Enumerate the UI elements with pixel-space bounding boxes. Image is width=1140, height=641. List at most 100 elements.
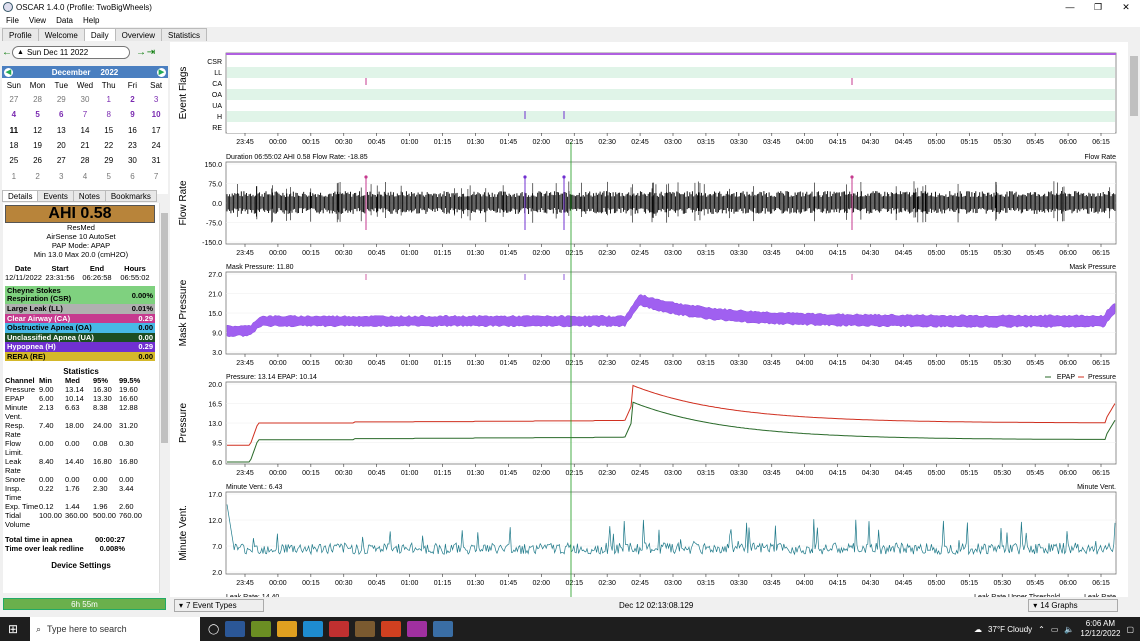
file-explorer-icon[interactable] — [251, 621, 272, 637]
menu-data[interactable]: Data — [56, 16, 77, 25]
maximize-icon[interactable]: ❐ — [1084, 0, 1112, 14]
calendar-day[interactable]: 2 — [26, 168, 50, 183]
calendar-day[interactable]: 20 — [49, 138, 73, 153]
calendar-day[interactable]: 6 — [121, 168, 145, 183]
tray-chevron-icon[interactable]: ⌃ — [1038, 625, 1045, 634]
windows-start-icon[interactable]: ⊞ — [8, 622, 18, 636]
event-row[interactable]: Hypopnea (H) 0.29 — [5, 342, 155, 352]
graphs-scroll-thumb[interactable] — [1130, 56, 1138, 116]
calendar-day[interactable]: 17 — [144, 123, 168, 138]
calendar-day[interactable]: 27 — [2, 92, 26, 107]
graphs-svg[interactable]: Event Flags CSR LL CA OA UA H RE 23:45 00:00 00:15… — [170, 42, 1128, 601]
calendar-day[interactable]: 30 — [121, 153, 145, 168]
tab-details[interactable]: Details — [2, 190, 39, 202]
calendar-day[interactable]: 31 — [144, 153, 168, 168]
arrow-left-icon[interactable]: ← — [2, 47, 12, 58]
calendar-day[interactable]: 24 — [144, 138, 168, 153]
event-row[interactable]: Unclassified Apnea (UA) 0.00 — [5, 332, 155, 342]
details-scroll-thumb[interactable] — [161, 213, 168, 443]
tab-notes[interactable]: Notes — [72, 190, 106, 202]
calendar-day[interactable]: 10 — [144, 107, 168, 122]
arrow-right-icon[interactable]: → — [136, 47, 146, 58]
event-row[interactable]: Cheyne Stokes Respiration (CSR) 0.00% — [5, 286, 155, 304]
calendar-day[interactable]: 29 — [97, 153, 121, 168]
calendar-day[interactable]: 7 — [144, 168, 168, 183]
calendar-day[interactable]: 7 — [73, 107, 97, 122]
graphs-scrollbar[interactable] — [1128, 42, 1140, 597]
calendar-day[interactable]: 21 — [73, 138, 97, 153]
calendar-day[interactable]: 30 — [73, 92, 97, 107]
notification-icon[interactable]: ▢ — [1126, 625, 1134, 634]
calendar-day[interactable]: 4 — [73, 168, 97, 183]
app-icon-3[interactable] — [355, 621, 376, 637]
app-icon-2[interactable] — [329, 621, 350, 637]
details-scrollbar[interactable] — [159, 203, 168, 593]
tab-overview[interactable]: Overview — [114, 28, 163, 41]
date-picker[interactable]: ▲ Sun Dec 11 2022 — [12, 45, 130, 59]
jump-latest-icon[interactable]: ⇥ — [146, 47, 156, 58]
calendar-day[interactable]: 27 — [49, 153, 73, 168]
stats-cell: 7.40 — [39, 421, 54, 430]
chrome-icon[interactable] — [381, 621, 402, 637]
event-row[interactable]: Clear Airway (CA) 0.29 — [5, 313, 155, 323]
event-row[interactable]: RERA (RE) 0.00 — [5, 351, 155, 361]
oscar-taskbar-icon[interactable] — [433, 621, 454, 637]
graph-area[interactable]: Event Flags CSR LL CA OA UA H RE 23:45 00:00 00:15… — [170, 42, 1128, 601]
calendar-day[interactable]: 5 — [26, 107, 50, 122]
calendar-day[interactable]: 1 — [97, 92, 121, 107]
tab-profile[interactable]: Profile — [2, 28, 39, 41]
calendar-day[interactable]: 16 — [121, 123, 145, 138]
calendar-day[interactable]: 29 — [49, 92, 73, 107]
menu-help[interactable]: Help — [83, 16, 103, 25]
graphs-dropdown[interactable]: ▾ 14 Graphs — [1028, 598, 1119, 612]
event-row[interactable]: Large Leak (LL) 0.01% — [5, 304, 155, 314]
network-icon[interactable]: ▭ — [1051, 625, 1059, 634]
next-month-icon[interactable]: ▶ — [156, 67, 166, 77]
calendar-day[interactable]: 23 — [121, 138, 145, 153]
device-settings-header[interactable]: Device Settings — [3, 561, 159, 570]
volume-icon[interactable]: 🔈 — [1064, 625, 1074, 634]
minimize-icon[interactable]: — — [1056, 0, 1084, 14]
calendar-day[interactable]: 25 — [2, 153, 26, 168]
calendar-year[interactable]: 2022 — [100, 68, 118, 77]
calendar-day[interactable]: 4 — [2, 107, 26, 122]
tab-events[interactable]: Events — [37, 190, 74, 202]
calendar-day[interactable]: 26 — [26, 153, 50, 168]
app-icon-4[interactable] — [407, 621, 428, 637]
event-types-dropdown[interactable]: ▾ 7 Event Types — [174, 598, 264, 612]
task-view-icon[interactable]: ◯ — [208, 624, 219, 635]
calendar-day[interactable]: 14 — [73, 123, 97, 138]
calendar-month[interactable]: December — [52, 68, 91, 77]
calendar-day[interactable]: 2 — [121, 92, 145, 107]
calendar-day[interactable]: 11 — [2, 123, 26, 138]
calendar-day[interactable]: 18 — [2, 138, 26, 153]
calendar-day[interactable]: 3 — [49, 168, 73, 183]
menu-file[interactable]: File — [6, 16, 23, 25]
calendar-day[interactable]: 1 — [2, 168, 26, 183]
tab-statistics[interactable]: Statistics — [161, 28, 208, 41]
tab-bookmarks[interactable]: Bookmarks — [104, 190, 157, 202]
calendar-day[interactable]: 8 — [97, 107, 121, 122]
calendar-day[interactable]: 28 — [26, 92, 50, 107]
event-row[interactable]: Obstructive Apnea (OA) 0.00 — [5, 323, 155, 333]
menu-view[interactable]: View — [29, 16, 50, 25]
word-icon[interactable] — [225, 621, 246, 637]
calendar-day[interactable]: 9 — [121, 107, 145, 122]
calendar-day[interactable]: 28 — [73, 153, 97, 168]
clock[interactable]: 6:06 AM 12/12/2022 — [1080, 619, 1120, 639]
tab-daily[interactable]: Daily — [83, 28, 116, 41]
calendar-day[interactable]: 12 — [26, 123, 50, 138]
prev-month-icon[interactable]: ◀ — [4, 67, 13, 77]
edge-icon[interactable] — [303, 621, 324, 637]
calendar-day[interactable]: 22 — [97, 138, 121, 153]
calendar-day[interactable]: 15 — [97, 123, 121, 138]
calendar-day[interactable]: 5 — [97, 168, 121, 183]
close-icon[interactable]: ✕ — [1112, 0, 1140, 14]
calendar-day[interactable]: 6 — [49, 107, 73, 122]
calendar-day[interactable]: 19 — [26, 138, 50, 153]
taskbar-search[interactable]: ⌕ Type here to search — [30, 617, 200, 641]
calendar-day[interactable]: 3 — [144, 92, 168, 107]
tab-welcome[interactable]: Welcome — [37, 28, 85, 41]
calendar-day[interactable]: 13 — [49, 123, 73, 138]
app-icon-1[interactable] — [277, 621, 298, 637]
